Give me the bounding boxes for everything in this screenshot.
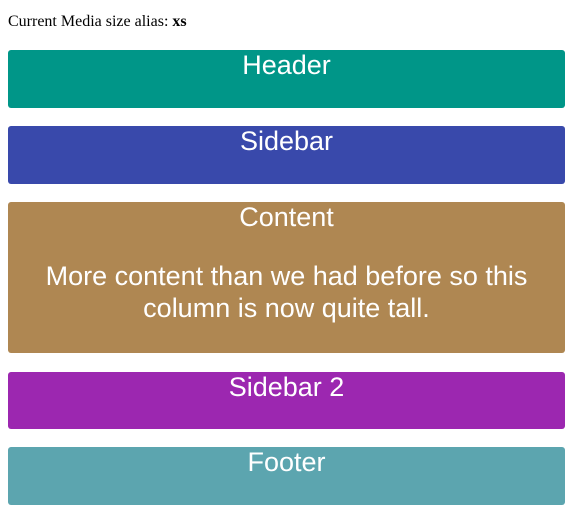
- header-block: Header: [8, 50, 565, 108]
- footer-label: Footer: [247, 447, 326, 477]
- media-size-alias-label: Current Media size alias:: [8, 13, 169, 30]
- content-label: Content: [239, 202, 334, 232]
- sidebar-block: Sidebar: [8, 126, 565, 184]
- sidebar-2-block: Sidebar 2: [8, 372, 565, 429]
- media-size-alias-value: xs: [172, 13, 187, 30]
- sidebar-label: Sidebar: [239, 126, 334, 156]
- content-block: Content More content than we had before …: [8, 202, 565, 353]
- header-label: Header: [242, 50, 331, 80]
- media-size-alias-line: Current Media size alias: xs: [8, 12, 187, 32]
- content-text: More content than we had before so this …: [45, 261, 528, 323]
- sidebar-2-label: Sidebar 2: [228, 372, 345, 402]
- footer-block: Footer: [8, 447, 565, 505]
